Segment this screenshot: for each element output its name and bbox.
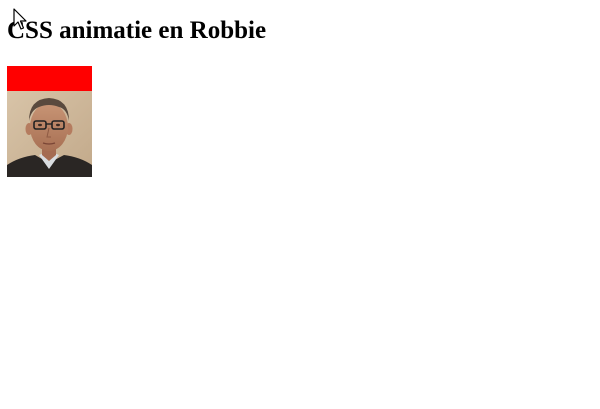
animated-red-box (7, 66, 92, 91)
page-title: CSS animatie en Robbie (7, 17, 267, 44)
robbie-photo (7, 91, 92, 177)
